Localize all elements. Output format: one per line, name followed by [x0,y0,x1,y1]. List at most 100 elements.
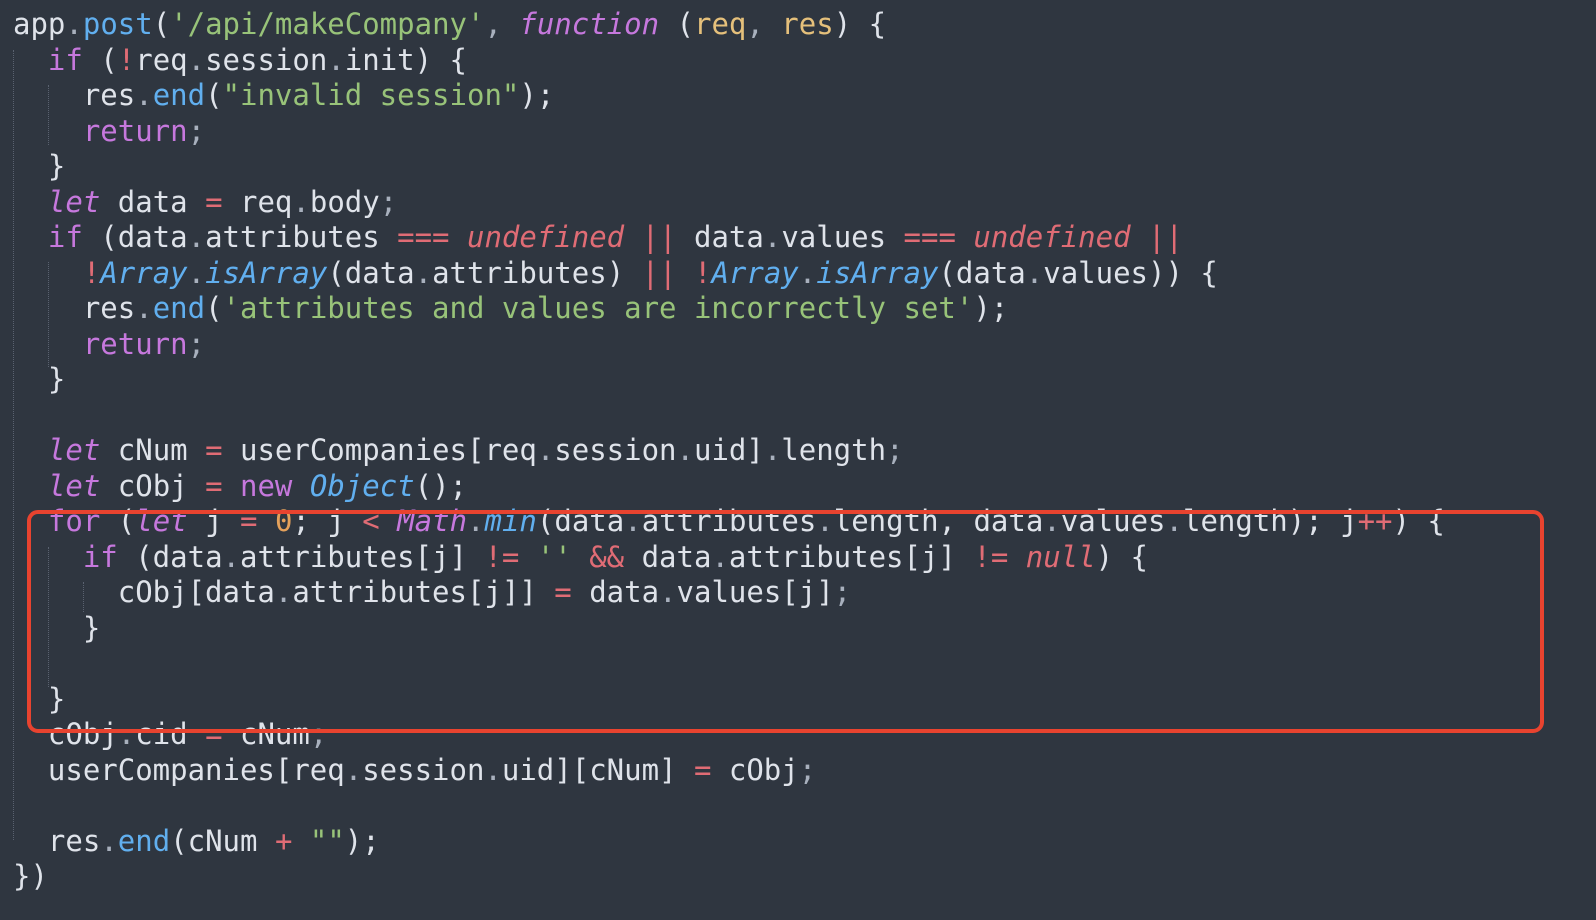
code-line: app.post('/api/makeCompany', function (r… [13,7,1445,43]
code-token: (data [327,255,415,290]
code-line: let data = req.body; [13,185,1445,221]
code-token: (data [82,220,188,254]
code-token: . [763,433,782,467]
code-token: || [1148,220,1183,254]
code-token: && [589,539,625,574]
code-line: res.end('attributes and values are incor… [13,291,1445,327]
code-token: Array [711,255,799,290]
code-token: j [187,504,241,538]
code-token: '/api/makeCompany' [170,7,485,41]
code-token: . [274,575,293,609]
code-token: . [187,255,206,290]
code-token: end [117,823,171,858]
code-token: uid][cNum] [501,752,694,787]
code-token: if [47,220,83,254]
code-token: . [711,539,729,574]
code-token: req [693,7,747,41]
code-token: ++ [1357,504,1393,538]
code-token: end [152,78,206,112]
code-line: if (data.attributes[j] != '' && data.att… [13,540,1445,576]
code-token: ; [187,113,206,148]
code-token: . [763,220,782,254]
code-token: . [117,717,136,751]
code-token: uid] [693,433,764,467]
code-token: body [309,184,380,219]
code-token: } [13,681,66,716]
code-token: === [397,220,450,254]
code-token: ; [309,717,328,751]
code-token: return [82,113,188,148]
code-token: } [13,149,66,183]
code-token: cid [135,717,206,751]
code-line: } [13,362,1445,398]
code-token: != [484,539,520,574]
code-token: . [327,42,345,77]
code-token: ! [117,42,136,77]
code-token: . [816,504,834,538]
code-token: === [903,220,956,254]
code-token: end [152,291,206,325]
code-editor[interactable]: app.post('/api/makeCompany', function (r… [0,0,1596,920]
code-token: ! [694,255,712,290]
code-token: values[j] [676,575,834,609]
code-token: Array [100,255,188,290]
code-line: res.end(cNum + ""); [13,824,1445,860]
code-token: . [798,255,817,290]
code-line: return; [13,327,1445,363]
code-token: null [1025,539,1096,574]
code-token: data [100,184,206,219]
code-token: ( [100,504,136,538]
code-token: userCompanies[req [13,752,345,787]
code-line: } [13,611,1445,647]
code-token: . [1043,504,1061,538]
code-token: cNum [222,717,310,751]
code-token: (data [938,255,1026,290]
code-token: attributes[j] [240,539,485,574]
code-token: ); [519,78,555,112]
code-token: ) { [1392,504,1445,538]
code-token: + [274,823,293,858]
code-token: , [484,7,520,41]
code-token: ); [973,291,1009,325]
code-token: isArray [205,255,328,290]
code-token: session [554,433,677,467]
code-token: } [13,362,66,396]
code-token: }) [13,859,48,893]
code-token: res [13,823,101,858]
code-token: < [362,504,380,538]
code-token: ( [205,291,223,325]
code-token: app [13,7,66,41]
code-token: undefined [973,220,1131,254]
code-line: for (let j = 0; j < Math.min(data.attrib… [13,504,1445,540]
code-token: ; [833,575,852,609]
code-token: = [693,752,712,787]
code-token: . [1025,255,1044,290]
code-token: cObj [100,468,206,503]
code-token: ; [798,752,817,787]
code-token: new [240,468,293,503]
code-token: req [222,184,293,219]
code-block[interactable]: app.post('/api/makeCompany', function (r… [13,7,1445,895]
code-token: . [484,752,502,787]
code-token: . [187,220,206,254]
code-line: } [13,682,1445,718]
code-token: cObj[data [13,575,275,609]
code-token: isArray [816,255,939,290]
code-token: length, data [833,504,1044,538]
code-token: (); [414,468,468,503]
code-token: . [1165,504,1183,538]
code-token: res [781,7,834,41]
